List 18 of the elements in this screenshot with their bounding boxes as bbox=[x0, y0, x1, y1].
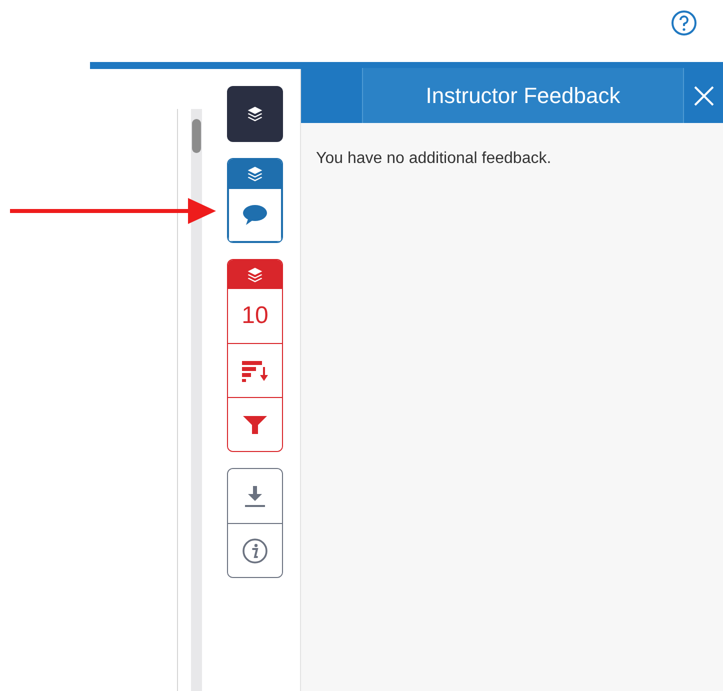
tool-button[interactable] bbox=[228, 523, 282, 577]
layers-icon bbox=[246, 266, 264, 284]
tool-button[interactable] bbox=[228, 188, 282, 242]
panel-title: Instructor Feedback bbox=[362, 68, 684, 123]
page-size-count: 10 bbox=[242, 301, 268, 331]
speech-bubble-icon bbox=[242, 204, 268, 226]
scrollbar-thumb[interactable] bbox=[192, 119, 201, 153]
layers-icon bbox=[246, 105, 264, 123]
tool-button[interactable] bbox=[228, 397, 282, 451]
download-icon bbox=[244, 484, 266, 508]
info-icon bbox=[242, 538, 268, 564]
help-icon[interactable] bbox=[671, 10, 697, 36]
filter-icon bbox=[242, 414, 268, 436]
layers-icon bbox=[246, 164, 264, 182]
sort-icon bbox=[241, 358, 269, 382]
feedback-message: You have no additional feedback. bbox=[315, 149, 552, 169]
close-icon bbox=[692, 84, 714, 106]
layers-button[interactable] bbox=[227, 86, 283, 142]
